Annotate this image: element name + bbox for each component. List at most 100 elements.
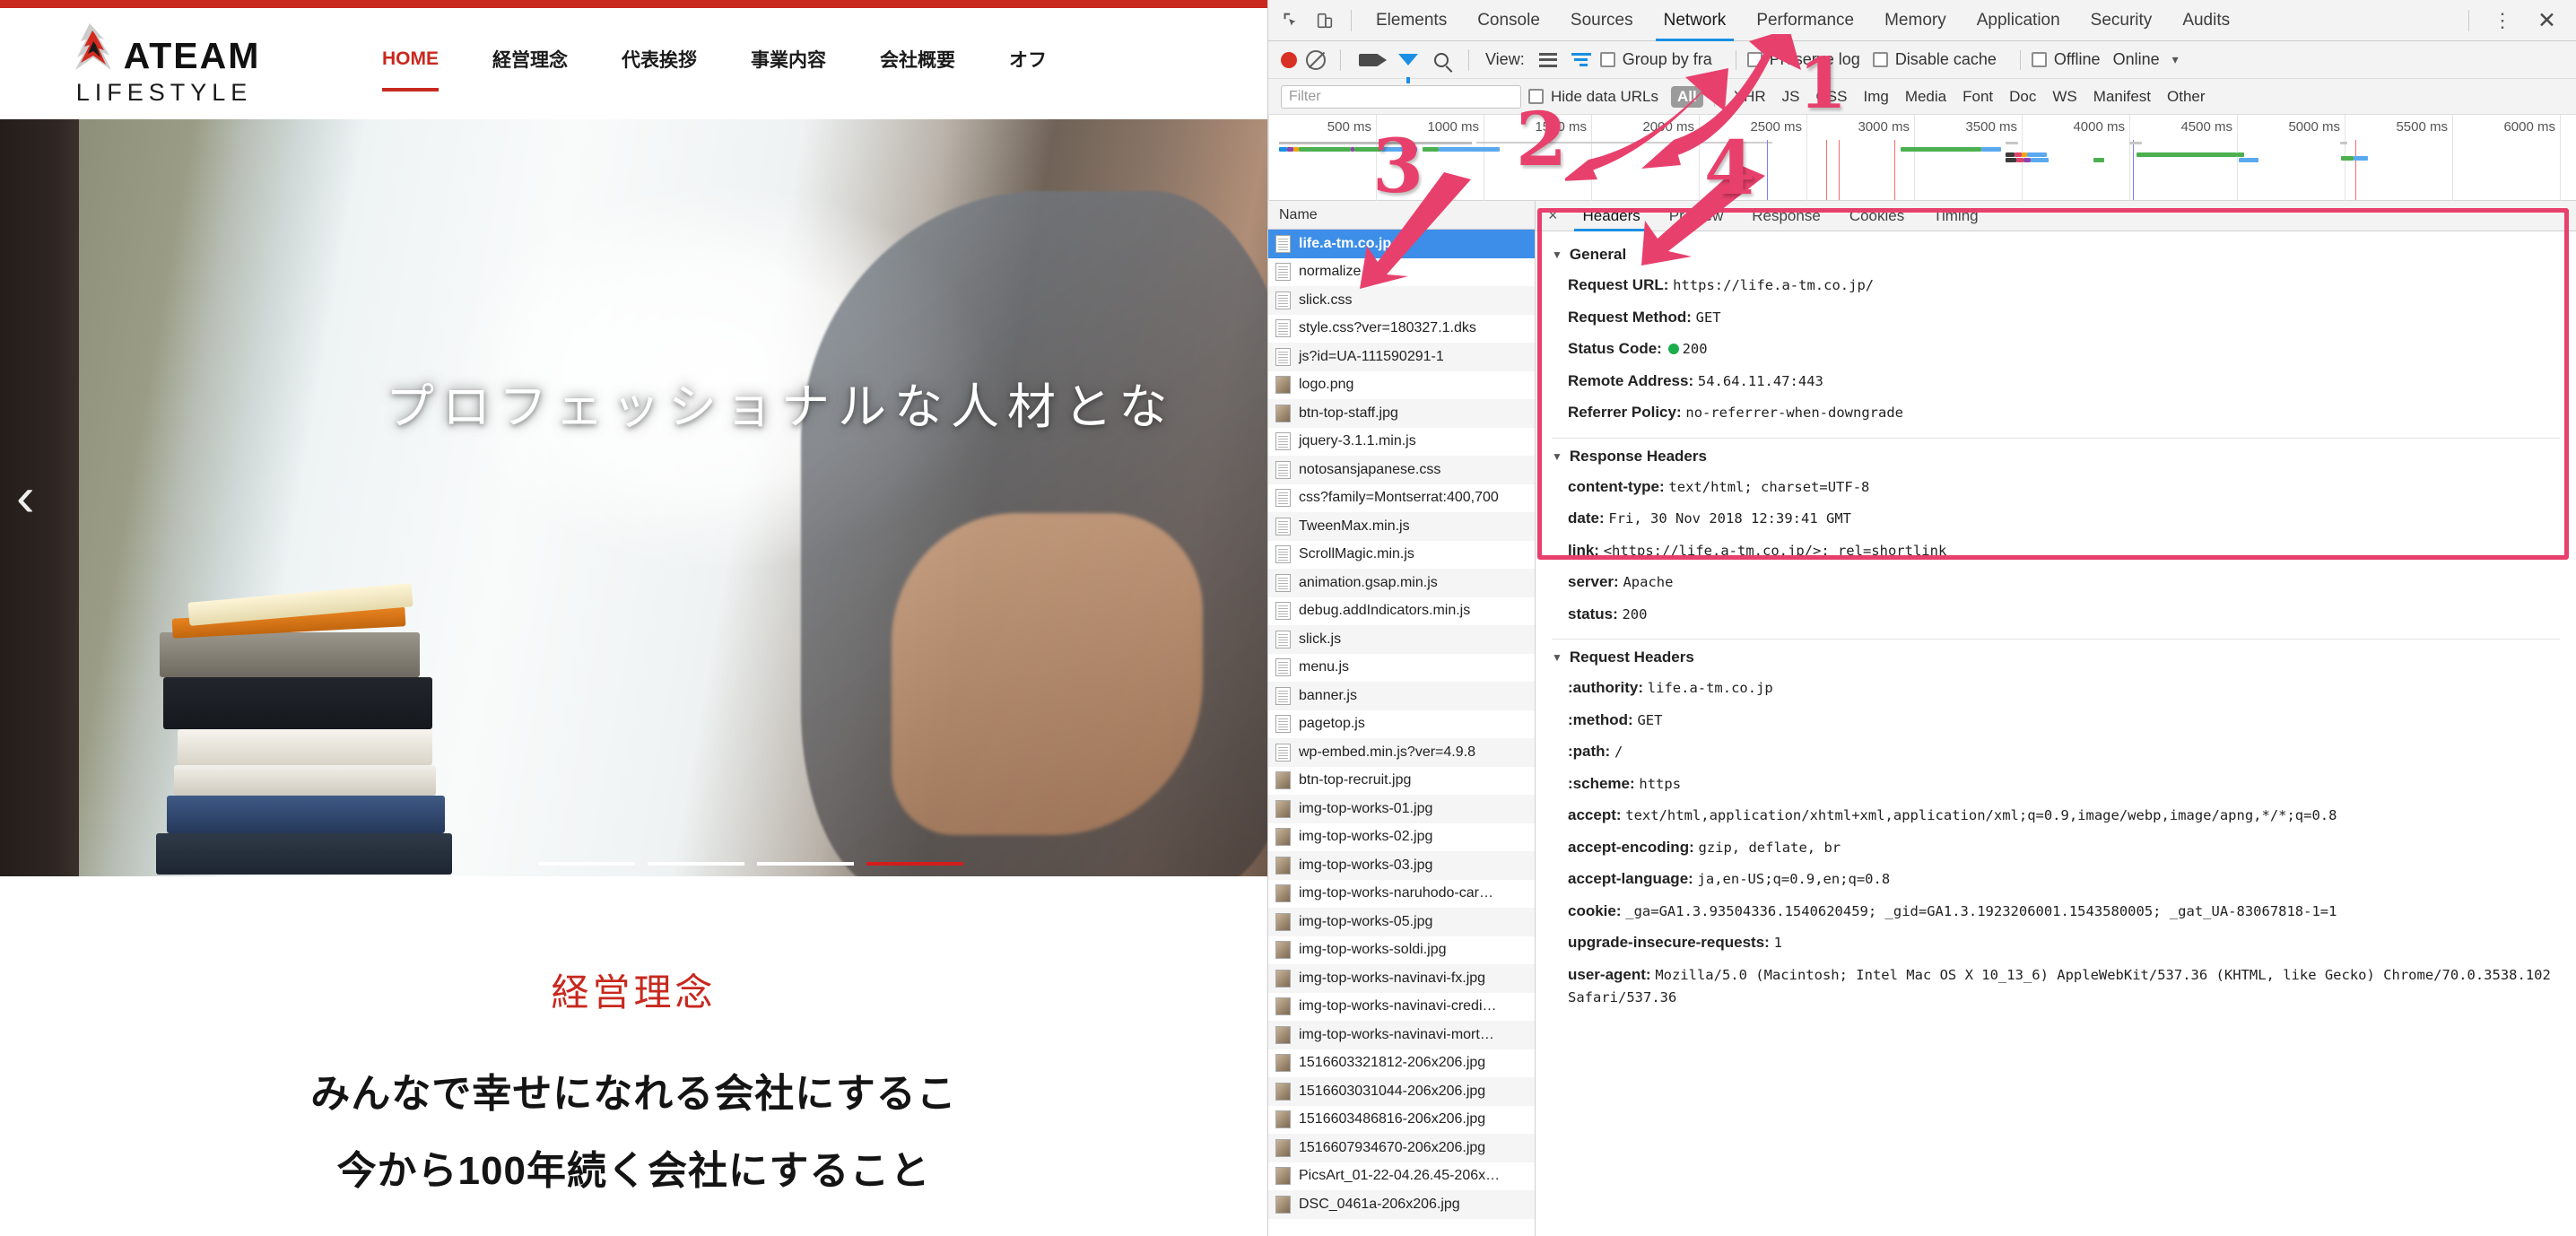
tab-network[interactable]: Network bbox=[1649, 0, 1742, 41]
filter-type-js[interactable]: JS bbox=[1774, 88, 1808, 106]
record-icon[interactable] bbox=[1281, 51, 1297, 68]
response-headers-group-title[interactable]: ▼ Response Headers bbox=[1536, 442, 2576, 471]
chevron-down-icon[interactable]: ▾ bbox=[2172, 52, 2179, 67]
hero-slide-indicators[interactable] bbox=[538, 862, 963, 866]
triangle-down-icon[interactable]: ▼ bbox=[1552, 450, 1562, 463]
request-row[interactable]: img-top-works-naruhodo-car… bbox=[1268, 880, 1535, 909]
request-row[interactable]: 1516603486816-206x206.jpg bbox=[1268, 1106, 1535, 1135]
tab-console[interactable]: Console bbox=[1462, 0, 1555, 41]
filter-type-all[interactable]: All bbox=[1671, 85, 1703, 108]
request-row[interactable]: wp-embed.min.js?ver=4.9.8 bbox=[1268, 738, 1535, 767]
request-row[interactable]: pagetop.js bbox=[1268, 710, 1535, 739]
disable-cache-checkbox[interactable]: Disable cache bbox=[1872, 50, 1997, 69]
request-row[interactable]: 1516603321812-206x206.jpg bbox=[1268, 1049, 1535, 1078]
nav-item-business[interactable]: 事業内容 bbox=[751, 46, 826, 82]
request-row[interactable]: normalize.css bbox=[1268, 258, 1535, 287]
throttling-select[interactable]: Online ▾ bbox=[2113, 50, 2179, 69]
preserve-log-checkbox[interactable]: Preserve log bbox=[1746, 50, 1860, 69]
request-row[interactable]: notosansjapanese.css bbox=[1268, 456, 1535, 484]
filter-input[interactable]: Filter bbox=[1281, 84, 1521, 109]
close-devtools-icon[interactable]: ✕ bbox=[2527, 7, 2567, 34]
clear-icon[interactable] bbox=[1306, 49, 1326, 70]
tab-audits[interactable]: Audits bbox=[2167, 0, 2245, 41]
request-row[interactable]: slick.css bbox=[1268, 286, 1535, 315]
filter-type-css[interactable]: CSS bbox=[1808, 88, 1856, 106]
funnel-icon[interactable] bbox=[1398, 54, 1418, 83]
request-row[interactable]: style.css?ver=180327.1.dks bbox=[1268, 315, 1535, 344]
filter-type-doc[interactable]: Doc bbox=[2001, 88, 2044, 106]
request-row[interactable]: PicsArt_01-22-04.26.45-206x… bbox=[1268, 1162, 1535, 1191]
offline-checkbox[interactable]: Offline bbox=[2031, 50, 2101, 69]
request-row[interactable]: 1516607934670-206x206.jpg bbox=[1268, 1134, 1535, 1162]
hide-data-urls-box[interactable] bbox=[1528, 89, 1544, 104]
request-row[interactable]: ScrollMagic.min.js bbox=[1268, 541, 1535, 570]
nav-item-home[interactable]: HOME bbox=[382, 48, 439, 91]
close-details-icon[interactable]: × bbox=[1536, 206, 1569, 225]
tab-performance[interactable]: Performance bbox=[1741, 0, 1869, 41]
tab-application[interactable]: Application bbox=[1962, 0, 2076, 41]
tab-sources[interactable]: Sources bbox=[1555, 0, 1649, 41]
hero-dot-1[interactable] bbox=[538, 862, 635, 866]
request-row[interactable]: slick.js bbox=[1268, 625, 1535, 654]
request-list-header[interactable]: Name bbox=[1268, 201, 1535, 230]
request-row[interactable]: img-top-works-03.jpg bbox=[1268, 851, 1535, 880]
disable-cache-box[interactable] bbox=[1872, 52, 1888, 67]
inspect-element-icon[interactable] bbox=[1274, 4, 1308, 38]
request-row[interactable]: img-top-works-navinavi-fx.jpg bbox=[1268, 964, 1535, 993]
nav-item-philosophy[interactable]: 経営理念 bbox=[492, 46, 568, 82]
request-row[interactable]: menu.js bbox=[1268, 654, 1535, 683]
request-row[interactable]: jquery-3.1.1.min.js bbox=[1268, 428, 1535, 457]
request-row[interactable]: debug.addIndicators.min.js bbox=[1268, 597, 1535, 626]
details-tab-preview[interactable]: Preview bbox=[1655, 201, 1737, 231]
request-headers-group-title[interactable]: ▼ Request Headers bbox=[1536, 643, 2576, 672]
request-row[interactable]: img-top-works-soldi.jpg bbox=[1268, 936, 1535, 965]
preserve-log-box[interactable] bbox=[1746, 52, 1762, 67]
group-by-frame-box[interactable] bbox=[1599, 52, 1615, 67]
request-rows[interactable]: life.a-tm.co.jp normalize.css slick.css sty… bbox=[1268, 230, 1535, 1219]
request-row[interactable]: img-top-works-02.jpg bbox=[1268, 823, 1535, 852]
details-tab-cookies[interactable]: Cookies bbox=[1835, 201, 1919, 231]
filter-type-font[interactable]: Font bbox=[1954, 88, 2001, 106]
filter-type-manifest[interactable]: Manifest bbox=[2085, 88, 2159, 106]
request-row[interactable]: btn-top-staff.jpg bbox=[1268, 399, 1535, 428]
more-options-icon[interactable]: ⋮ bbox=[2482, 9, 2523, 32]
tab-memory[interactable]: Memory bbox=[1869, 0, 1962, 41]
filter-type-other[interactable]: Other bbox=[2159, 88, 2214, 106]
request-row[interactable]: img-top-works-navinavi-credi… bbox=[1268, 993, 1535, 1022]
request-row[interactable]: banner.js bbox=[1268, 682, 1535, 710]
filter-type-xhr[interactable]: XHR bbox=[1726, 88, 1774, 106]
request-row[interactable]: btn-top-recruit.jpg bbox=[1268, 767, 1535, 796]
triangle-down-icon[interactable]: ▼ bbox=[1552, 651, 1562, 664]
group-by-frame-checkbox[interactable]: Group by fra bbox=[1599, 50, 1712, 69]
list-view-icon[interactable] bbox=[1538, 52, 1557, 67]
details-tab-headers[interactable]: Headers bbox=[1569, 201, 1655, 231]
hero-dot-3[interactable] bbox=[757, 862, 854, 866]
nav-item-company[interactable]: 会社概要 bbox=[880, 46, 955, 82]
search-icon[interactable] bbox=[1434, 52, 1449, 67]
hero-prev-arrow-icon[interactable]: ‹ bbox=[16, 470, 35, 526]
details-tab-timing[interactable]: Timing bbox=[1919, 201, 1992, 231]
request-row[interactable]: animation.gsap.min.js bbox=[1268, 569, 1535, 597]
request-row-selected[interactable]: life.a-tm.co.jp bbox=[1268, 230, 1535, 258]
request-row[interactable]: css?family=Montserrat:400,700 bbox=[1268, 484, 1535, 513]
hero-dot-4-active[interactable] bbox=[866, 862, 963, 866]
request-row[interactable]: img-top-works-navinavi-mort… bbox=[1268, 1021, 1535, 1049]
nav-item-office[interactable]: オフ bbox=[1009, 46, 1047, 82]
request-row[interactable]: DSC_0461a-206x206.jpg bbox=[1268, 1190, 1535, 1219]
filter-type-media[interactable]: Media bbox=[1897, 88, 1954, 106]
offline-box[interactable] bbox=[2031, 52, 2047, 67]
nav-item-greeting[interactable]: 代表挨拶 bbox=[622, 46, 697, 82]
request-row[interactable]: js?id=UA-111590291-1 bbox=[1268, 343, 1535, 371]
filter-type-ws[interactable]: WS bbox=[2044, 88, 2084, 106]
request-list-column[interactable]: Name life.a-tm.co.jp normalize.css slick.c… bbox=[1268, 201, 1536, 1236]
site-logo[interactable]: ATEAM LIFESTYLE bbox=[34, 22, 294, 107]
details-tab-response[interactable]: Response bbox=[1737, 201, 1835, 231]
tab-elements[interactable]: Elements bbox=[1361, 0, 1462, 41]
request-row[interactable]: img-top-works-05.jpg bbox=[1268, 908, 1535, 936]
waterfall-view-icon[interactable] bbox=[1571, 52, 1591, 67]
request-row[interactable]: TweenMax.min.js bbox=[1268, 512, 1535, 541]
request-row[interactable]: img-top-works-01.jpg bbox=[1268, 795, 1535, 823]
camera-icon[interactable] bbox=[1359, 53, 1387, 66]
tab-security[interactable]: Security bbox=[2076, 0, 2168, 41]
request-row[interactable]: logo.png bbox=[1268, 371, 1535, 400]
